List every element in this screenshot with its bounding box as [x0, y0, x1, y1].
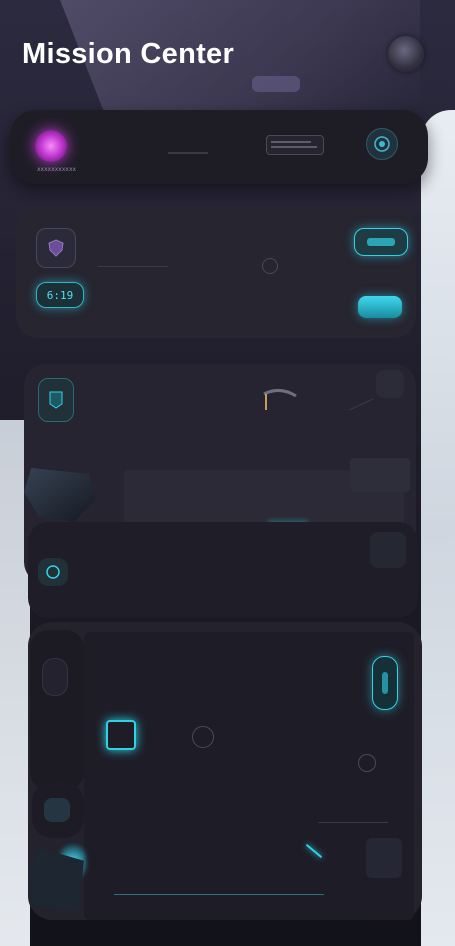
panel-controls: 6:19: [16, 208, 416, 338]
side-capsule: [30, 630, 84, 790]
action-button[interactable]: [358, 296, 402, 318]
cup-icon[interactable]: [376, 370, 404, 398]
capsule-icon[interactable]: [372, 656, 398, 710]
toggle-icon[interactable]: [354, 228, 408, 256]
shield-small-icon[interactable]: [44, 798, 70, 822]
divider: [168, 152, 208, 154]
digital-readout: 6:19: [36, 282, 84, 308]
profile-card[interactable]: xxxxxxxxxxx: [10, 110, 428, 184]
dial-icon[interactable]: [192, 726, 214, 748]
readout-text: 6:19: [46, 288, 74, 302]
panel-summary: [28, 522, 418, 618]
shield-icon[interactable]: [36, 228, 76, 268]
page-title: Mission Center: [22, 38, 235, 70]
avatar[interactable]: [388, 36, 424, 72]
detail-window: [84, 632, 414, 920]
meter-bar: [271, 141, 311, 143]
dot-icon[interactable]: [262, 258, 278, 274]
target-icon[interactable]: [366, 128, 398, 160]
cube-icon[interactable]: [106, 720, 136, 750]
right-edge-panel: [421, 110, 455, 946]
divider: [98, 266, 168, 267]
meter-bar: [271, 146, 317, 148]
profile-name: xxxxxxxxxxx: [37, 166, 77, 173]
hook-icon[interactable]: [260, 386, 300, 412]
timeline-bar: [114, 894, 324, 895]
mini-control[interactable]: [32, 782, 84, 838]
divider: [349, 398, 373, 411]
info-block: [350, 458, 410, 492]
panel-detail: [28, 622, 422, 920]
status-meter: [266, 135, 324, 155]
divider: [318, 822, 388, 823]
badge-icon[interactable]: [38, 378, 74, 422]
orb-icon[interactable]: [38, 558, 68, 586]
shard-icon[interactable]: [366, 838, 402, 878]
sync-icon[interactable]: [358, 754, 376, 772]
profile-orb-icon[interactable]: [35, 130, 67, 162]
device-icon[interactable]: [370, 532, 406, 568]
lock-icon[interactable]: [42, 658, 68, 696]
page-indicator-pill[interactable]: [252, 76, 300, 92]
